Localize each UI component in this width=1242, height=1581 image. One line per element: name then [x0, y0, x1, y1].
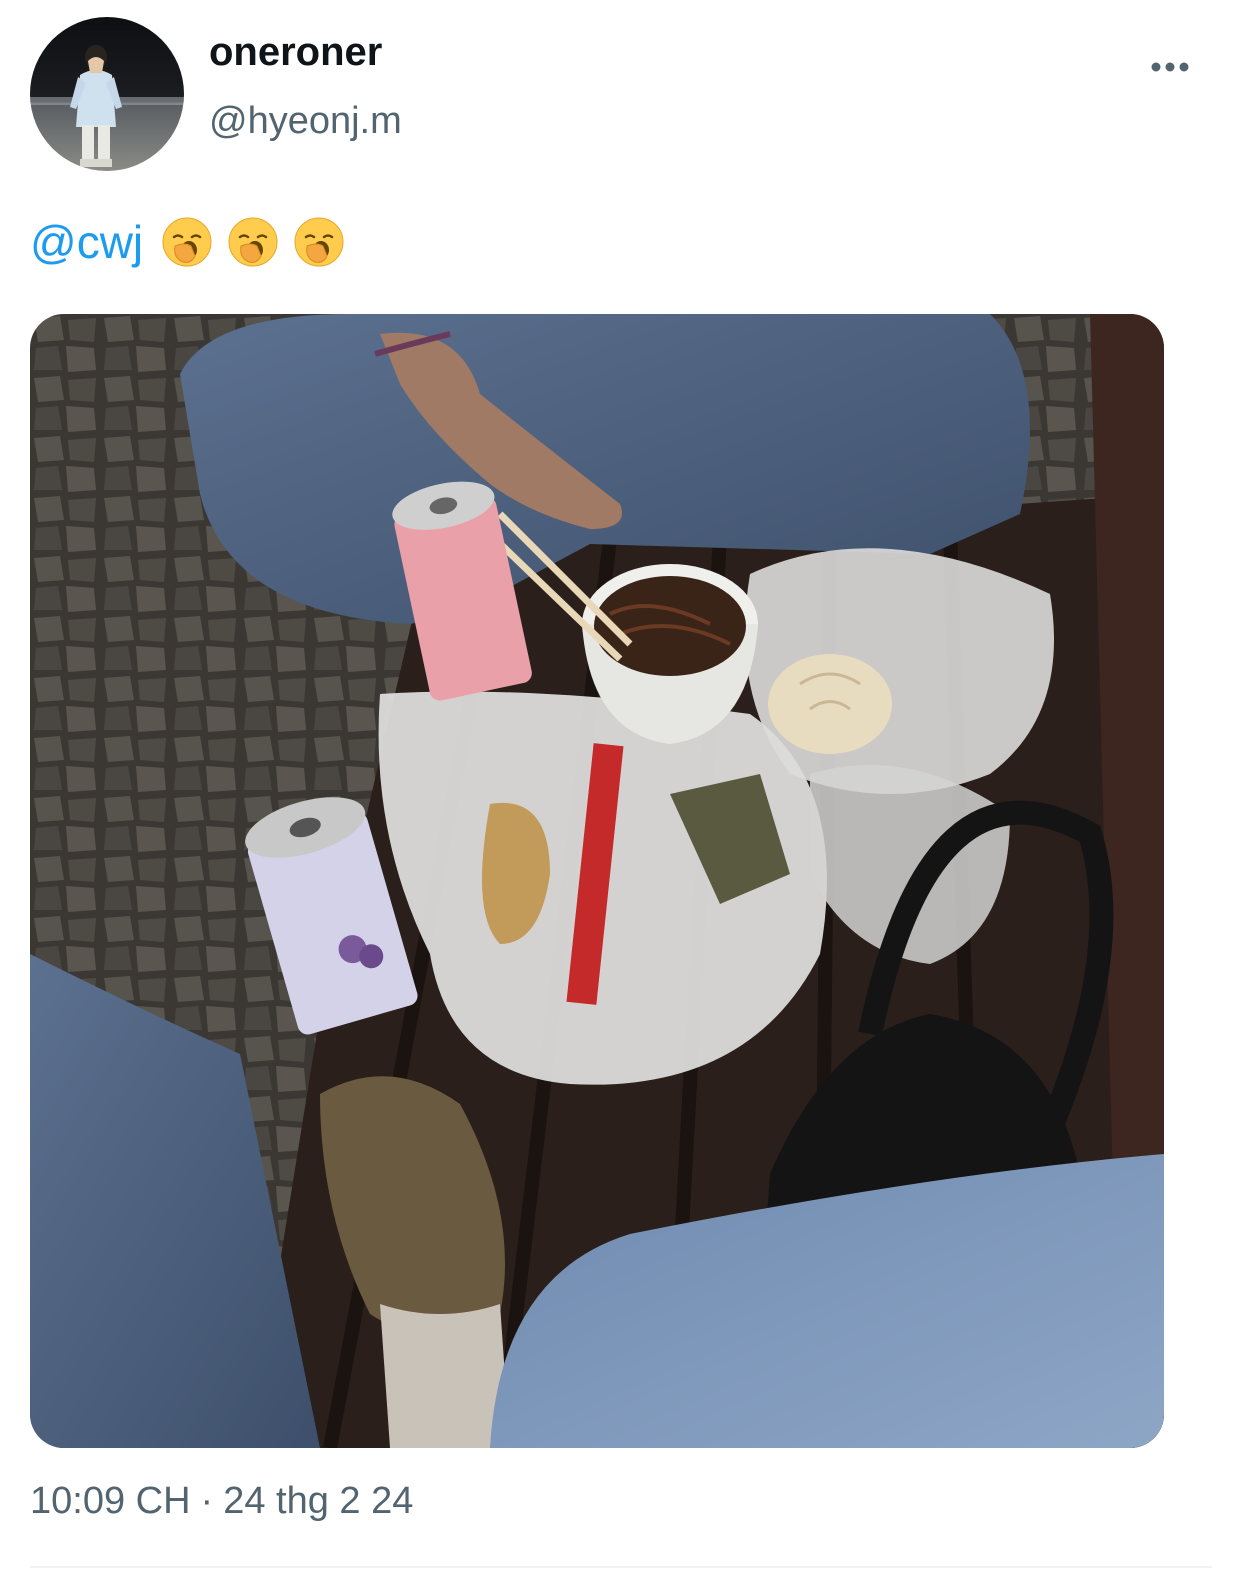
tweet-photo[interactable]: [30, 314, 1164, 1448]
author-handle[interactable]: @hyeonj.m: [209, 100, 402, 143]
more-options-button[interactable]: [1140, 50, 1200, 84]
yawning-face-icon: [162, 217, 212, 267]
tweet-text: @cwj: [30, 212, 345, 272]
yawning-face-icon: [228, 217, 278, 267]
timestamp-separator: ·: [200, 1480, 214, 1522]
tweet-timestamp[interactable]: 10:09 CH · 24 thg 2 24: [30, 1480, 413, 1523]
yawning-face-icon: [294, 217, 344, 267]
more-horizontal-icon: [1151, 62, 1189, 72]
mention-link[interactable]: @cwj: [30, 215, 143, 269]
tweet-time: 10:09 CH: [30, 1480, 191, 1522]
author-display-name[interactable]: oneroner: [209, 30, 382, 75]
avatar[interactable]: [30, 17, 184, 171]
divider: [30, 1566, 1212, 1568]
tweet-date: 24 thg 2 24: [223, 1480, 414, 1522]
